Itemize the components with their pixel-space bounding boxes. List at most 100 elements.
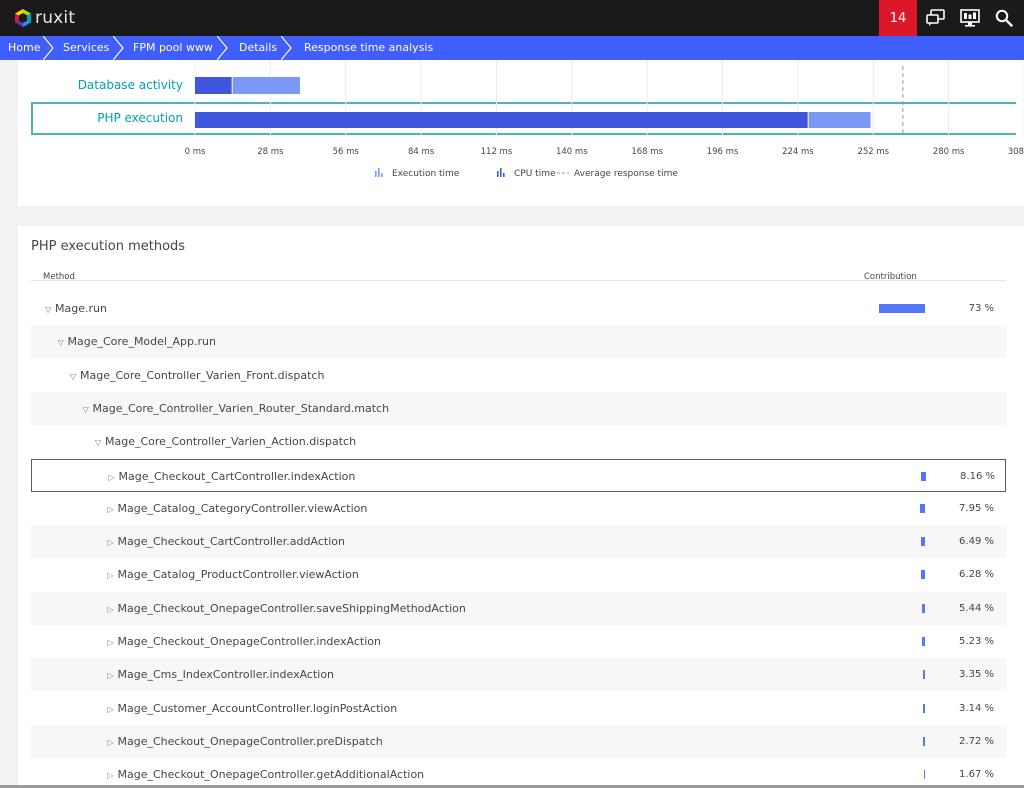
notification-count: 14 (889, 10, 907, 26)
header-divider (31, 280, 1006, 281)
table-row[interactable]: ▷ Mage_Checkout_OnepageController.saveShi… (31, 591, 1006, 625)
expanded-triangle-icon[interactable]: ▽ (95, 426, 105, 459)
contribution-bar (922, 670, 925, 680)
contribution-percent: 6.28 % (959, 569, 994, 581)
method-cell[interactable]: ▷ Mage_Cms_IndexController.indexAction (108, 658, 335, 691)
x-tick-label: 280 ms (933, 147, 965, 157)
breadcrumb-fpm-pool[interactable]: FPM pool www (120, 36, 228, 60)
contribution-bar (921, 603, 925, 613)
method-name: Mage_Checkout_OnepageController.preDispa… (117, 734, 383, 748)
breadcrumb: Home Services FPM pool www Details Respo… (0, 36, 1024, 60)
bar-execution-time[interactable] (232, 77, 300, 94)
method-name: Mage_Checkout_CartController.addAction (117, 535, 345, 549)
table-row[interactable]: ▷ Mage_Checkout_OnepageController.indexAc… (31, 625, 1006, 658)
method-name: Mage_Customer_AccountController.loginPos… (117, 701, 398, 715)
method-cell[interactable]: ▷ Mage_Checkout_OnepageController.saveShi… (108, 592, 466, 625)
php-methods-panel: PHP execution methods Method Contributio… (18, 226, 1024, 788)
collapsed-triangle-icon[interactable]: ▷ (108, 593, 118, 626)
table-row[interactable]: ▷ Mage_Checkout_CartController.indexActio… (31, 458, 1006, 493)
legend-bars-icon (378, 168, 380, 177)
breadcrumb-details[interactable]: Details (224, 36, 292, 60)
expanded-triangle-icon[interactable]: ▽ (83, 393, 93, 426)
table-row[interactable]: ▷ Mage_Checkout_OnepageController.preDisp… (31, 724, 1006, 758)
chat-icon (926, 9, 945, 26)
collapsed-triangle-icon[interactable]: ▷ (108, 526, 118, 559)
x-tick-label: 308 (1008, 147, 1024, 157)
method-name: Mage_Catalog_CategoryController.viewActi… (117, 501, 368, 515)
table-row[interactable]: ▷ Mage_Catalog_ProductController.viewActi… (31, 558, 1006, 591)
collapsed-triangle-icon[interactable]: ▷ (108, 626, 118, 659)
method-cell[interactable]: ▽ Mage_Core_Model_App.run (58, 325, 216, 358)
table-row[interactable]: ▷ Mage_Catalog_CategoryController.viewAct… (31, 492, 1006, 525)
table-row[interactable]: ▽ Mage.run 73 % (31, 292, 1006, 325)
contribution-percent: 2.72 % (959, 735, 994, 747)
x-tick-label: 252 ms (857, 147, 889, 157)
legend-label[interactable]: CPU time (514, 169, 556, 179)
expanded-triangle-icon[interactable]: ▽ (70, 360, 80, 393)
table-row[interactable]: ▷ Mage_Checkout_OnepageController.getAddi… (31, 758, 1006, 788)
contribution-percent: 6.49 % (959, 536, 994, 548)
table-row[interactable]: ▽ Mage_Core_Controller_Varien_Action.disp… (31, 425, 1006, 458)
table-row[interactable]: ▽ Mage_Core_Controller_Varien_Router_Stan… (31, 391, 1006, 425)
x-tick-label: 112 ms (481, 147, 513, 157)
collapsed-triangle-icon[interactable]: ▷ (108, 659, 118, 692)
x-tick-label: 224 ms (782, 147, 814, 157)
contribution-percent: 73 % (968, 303, 994, 314)
method-name: Mage_Core_Controller_Varien_Front.dispat… (80, 368, 325, 382)
method-cell[interactable]: ▷ Mage_Checkout_CartController.addAction (108, 525, 345, 558)
table-row[interactable]: ▽ Mage_Core_Model_App.run (31, 325, 1006, 359)
contribution-percent: 5.44 % (959, 602, 994, 614)
monitor-button[interactable] (953, 0, 987, 36)
contribution-percent: 3.35 % (959, 669, 994, 681)
method-cell[interactable]: ▽ Mage_Core_Controller_Varien_Router_Stan… (83, 392, 390, 425)
chat-button[interactable] (919, 0, 953, 36)
collapsed-triangle-icon[interactable]: ▷ (108, 559, 118, 592)
breadcrumb-label: Details (239, 41, 278, 54)
table-row[interactable]: ▷ Mage_Cms_IndexController.indexAction 3.3… (31, 658, 1006, 692)
method-cell[interactable]: ▽ Mage.run (45, 292, 107, 325)
legend-label[interactable]: Average response time (574, 169, 678, 179)
method-cell[interactable]: ▷ Mage_Checkout_CartController.indexActio… (109, 460, 356, 493)
contribution-bar (921, 570, 925, 580)
breadcrumb-label: Response time analysis (304, 41, 434, 54)
bar-cpu-time[interactable] (195, 77, 232, 94)
breadcrumb-home[interactable]: Home (0, 36, 54, 60)
table-row[interactable]: ▷ Mage_Customer_AccountController.loginPo… (31, 692, 1006, 725)
search-icon (995, 9, 1013, 27)
collapsed-triangle-icon[interactable]: ▷ (108, 693, 118, 726)
collapsed-triangle-icon[interactable]: ▷ (108, 759, 118, 788)
method-cell[interactable]: ▷ Mage_Catalog_CategoryController.viewAct… (108, 492, 368, 525)
table-row[interactable]: ▽ Mage_Core_Controller_Varien_Front.dispa… (31, 359, 1006, 392)
x-tick-label: 28 ms (257, 147, 284, 157)
expanded-triangle-icon[interactable]: ▽ (58, 326, 68, 359)
x-tick-label: 56 ms (333, 147, 360, 157)
legend-bars-icon (500, 168, 502, 177)
legend-label[interactable]: Execution time (392, 169, 460, 179)
method-cell[interactable]: ▷ Mage_Checkout_OnepageController.preDisp… (108, 725, 383, 758)
collapsed-triangle-icon[interactable]: ▷ (108, 493, 118, 526)
breadcrumb-label: FPM pool www (133, 41, 213, 54)
bar-execution-time[interactable] (808, 112, 871, 128)
notification-badge[interactable]: 14 (879, 0, 917, 36)
collapsed-triangle-icon[interactable]: ▷ (108, 726, 118, 759)
legend-bars-icon (381, 173, 383, 177)
method-name: Mage_Checkout_OnepageController.saveShip… (117, 601, 466, 615)
table-row[interactable]: ▷ Mage_Checkout_CartController.addAction 6… (31, 525, 1006, 559)
ruxit-logo[interactable]: ruxit (14, 8, 75, 28)
method-cell[interactable]: ▽ Mage_Core_Controller_Varien_Front.dispa… (70, 359, 324, 392)
ruxit-logo-icon (15, 9, 31, 27)
method-cell[interactable]: ▷ Mage_Catalog_ProductController.viewActi… (108, 558, 359, 591)
collapsed-triangle-icon[interactable]: ▷ (109, 461, 119, 494)
search-button[interactable] (987, 0, 1021, 36)
legend-bars-icon (375, 171, 377, 177)
expanded-triangle-icon[interactable]: ▽ (45, 293, 55, 326)
method-cell[interactable]: ▷ Mage_Customer_AccountController.loginPo… (108, 692, 398, 725)
bar-cpu-time[interactable] (195, 112, 808, 128)
method-cell[interactable]: ▽ Mage_Core_Controller_Varien_Action.disp… (95, 425, 356, 458)
method-cell[interactable]: ▷ Mage_Checkout_OnepageController.indexAc… (108, 625, 381, 658)
panel-title: PHP execution methods (31, 239, 186, 254)
method-cell[interactable]: ▷ Mage_Checkout_OnepageController.getAddi… (108, 758, 425, 788)
breadcrumb-services[interactable]: Services (50, 36, 124, 60)
breadcrumb-label: Home (8, 41, 41, 54)
x-tick-label: 140 ms (556, 147, 588, 157)
